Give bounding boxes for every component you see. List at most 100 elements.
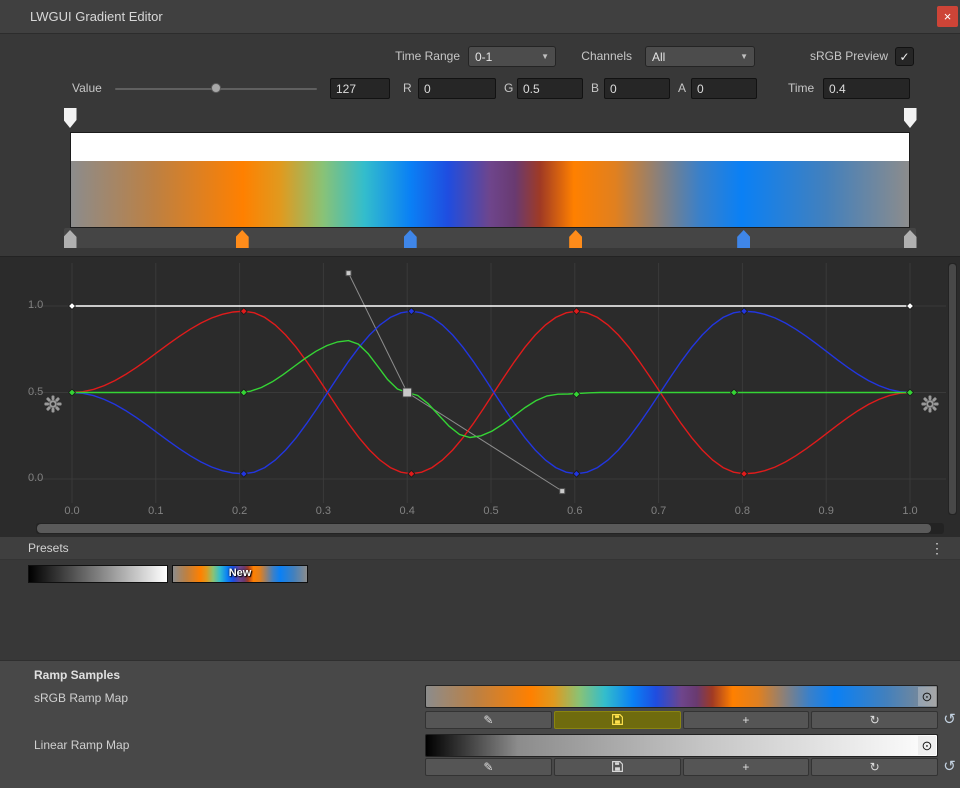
kebab-menu-icon[interactable]: ⋮ xyxy=(928,539,946,557)
value-slider[interactable] xyxy=(115,78,317,99)
scrollbar-thumb[interactable] xyxy=(37,524,931,533)
curve-key xyxy=(731,389,738,396)
refresh-icon: ↻ xyxy=(870,761,880,773)
vertical-scrollbar[interactable] xyxy=(948,263,957,515)
curve-key xyxy=(408,470,415,477)
plus-icon: + xyxy=(742,714,749,726)
srgb-ramp-preview[interactable]: ⊙ xyxy=(425,685,938,708)
preset-label: New xyxy=(173,567,307,579)
srgb-preview-checkbox[interactable]: ✓ xyxy=(895,47,914,66)
presets-title: Presets xyxy=(28,537,69,559)
x-axis-tick: 0.6 xyxy=(567,505,582,517)
time-field[interactable] xyxy=(823,78,910,99)
value-field[interactable] xyxy=(330,78,390,99)
horizontal-scrollbar[interactable] xyxy=(36,523,944,534)
x-axis-tick: 0.5 xyxy=(483,505,498,517)
undo-button[interactable]: ↺ xyxy=(941,757,958,774)
time-range-dropdown[interactable]: 0-1 ▼ xyxy=(468,46,556,67)
color-marker[interactable] xyxy=(404,230,417,248)
scrollbar-thumb[interactable] xyxy=(949,264,956,514)
section-title: Ramp Samples xyxy=(34,668,120,682)
color-marker[interactable] xyxy=(64,230,77,248)
refresh-button[interactable]: ↻ xyxy=(811,711,938,729)
alpha-markers-row xyxy=(0,108,960,130)
edit-button[interactable]: ✎ xyxy=(425,758,552,776)
y-axis-tick: 1.0 xyxy=(28,299,43,311)
pencil-icon: ✎ xyxy=(483,761,493,773)
object-picker-icon[interactable]: ⊙ xyxy=(918,736,936,755)
curve-key xyxy=(741,308,748,315)
preset-swatch-blackwhite[interactable] xyxy=(28,565,168,583)
y-axis-tick: 0.0 xyxy=(28,472,43,484)
gradient-bar xyxy=(71,161,909,227)
save-button[interactable] xyxy=(554,758,681,776)
curve-canvas[interactable] xyxy=(0,257,960,537)
gradient-preview[interactable] xyxy=(70,132,910,228)
color-marker[interactable] xyxy=(236,230,249,248)
chevron-down-icon: ▼ xyxy=(740,52,748,61)
srgb-ramp-buttons: ✎ + ↻ xyxy=(425,711,938,729)
object-picker-icon[interactable]: ⊙ xyxy=(918,687,936,706)
curve-key xyxy=(69,303,76,310)
color-marker[interactable] xyxy=(737,230,750,248)
r-field[interactable] xyxy=(418,78,496,99)
add-button[interactable]: + xyxy=(683,711,810,729)
add-button[interactable]: + xyxy=(683,758,810,776)
time-range-value: 0-1 xyxy=(475,50,492,64)
x-axis-tick: 1.0 xyxy=(902,505,917,517)
curve-key xyxy=(573,470,580,477)
channels-dropdown[interactable]: All ▼ xyxy=(645,46,755,67)
close-button[interactable]: × xyxy=(937,6,958,27)
linear-ramp-buttons: ✎ + ↻ xyxy=(425,758,938,776)
time-range-label: Time Range xyxy=(360,49,460,63)
curve-key xyxy=(573,308,580,315)
preset-swatch-new[interactable]: New xyxy=(172,565,308,583)
curve-key xyxy=(240,308,247,315)
save-icon xyxy=(611,760,624,775)
curve-key xyxy=(907,303,914,310)
tangent-handle xyxy=(346,271,351,276)
x-axis-tick: 0.3 xyxy=(316,505,331,517)
linear-ramp-label: Linear Ramp Map xyxy=(34,738,129,752)
edit-button[interactable]: ✎ xyxy=(425,711,552,729)
g-field[interactable] xyxy=(517,78,583,99)
value-label: Value xyxy=(72,81,102,95)
save-icon xyxy=(611,713,624,728)
b-field[interactable] xyxy=(604,78,670,99)
x-axis-tick: 0.1 xyxy=(148,505,163,517)
presets-header: Presets ⋮ xyxy=(0,536,960,560)
selected-key xyxy=(403,388,412,397)
gear-icon[interactable] xyxy=(44,395,62,413)
checkmark-icon: ✓ xyxy=(899,50,909,64)
curve-key xyxy=(240,389,247,396)
x-axis-tick: 0.4 xyxy=(400,505,415,517)
x-axis-tick: 0.0 xyxy=(64,505,79,517)
window-title: LWGUI Gradient Editor xyxy=(30,0,163,34)
curve-key xyxy=(573,391,580,398)
color-marker[interactable] xyxy=(904,230,917,248)
color-markers-row xyxy=(0,229,960,249)
curve-key xyxy=(240,470,247,477)
x-axis-tick: 0.8 xyxy=(735,505,750,517)
save-button[interactable] xyxy=(554,711,681,729)
linear-ramp-preview[interactable]: ⊙ xyxy=(425,734,938,757)
curve-editor[interactable]: 0.00.10.20.30.40.50.60.70.80.91.01.00.50… xyxy=(0,256,960,536)
b-label: B xyxy=(591,81,599,95)
color-marker[interactable] xyxy=(569,230,582,248)
time-label: Time xyxy=(788,81,814,95)
gear-icon[interactable] xyxy=(921,395,939,413)
x-axis-tick: 0.7 xyxy=(651,505,666,517)
y-axis-tick: 0.5 xyxy=(28,386,43,398)
undo-button[interactable]: ↺ xyxy=(941,710,958,727)
chevron-down-icon: ▼ xyxy=(541,52,549,61)
alpha-marker[interactable] xyxy=(64,108,77,128)
refresh-icon: ↻ xyxy=(870,714,880,726)
x-axis-tick: 0.9 xyxy=(819,505,834,517)
undo-icon: ↺ xyxy=(943,757,956,775)
curve-key xyxy=(408,308,415,315)
a-field[interactable] xyxy=(691,78,757,99)
alpha-marker[interactable] xyxy=(904,108,917,128)
curve-key xyxy=(69,389,76,396)
slider-thumb[interactable] xyxy=(211,83,221,93)
refresh-button[interactable]: ↻ xyxy=(811,758,938,776)
